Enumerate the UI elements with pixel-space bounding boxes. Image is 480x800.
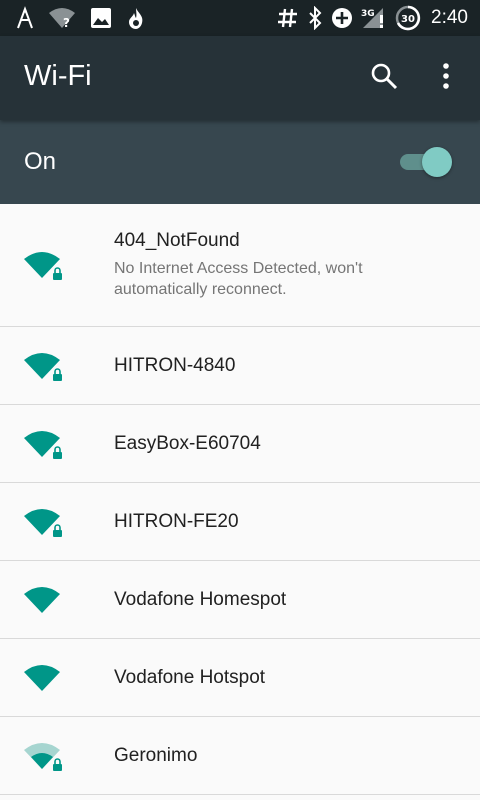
wifi-signal-locked-icon [22,348,66,384]
svg-text:3G: 3G [361,9,375,19]
network-list: 404_NotFound No Internet Access Detected… [0,204,480,795]
wifi-signal-locked-icon [22,426,66,462]
hash-icon [277,7,299,29]
fire-icon [126,6,146,30]
network-item-vodafone-hotspot[interactable]: Vodafone Hotspot [0,639,480,717]
wifi-signal-open-icon [22,582,66,618]
app-bar: Wi-Fi [0,36,480,120]
network-item-vodafone-homespot[interactable]: Vodafone Homespot [0,561,480,639]
more-options-button[interactable] [424,56,468,100]
signal-3g-icon: 3G [361,6,387,30]
network-status: No Internet Access Detected, won't autom… [114,260,363,298]
wifi-toggle-label: On [24,148,57,175]
network-name: 404_NotFound [114,230,240,251]
wifi-signal-locked-icon [22,504,66,540]
network-item-hitron-fe20[interactable]: HITRON-FE20 [0,483,480,561]
wifi-signal-weak-locked-icon [22,738,66,774]
status-bar: ? 3G 30 2:40 [0,0,480,36]
more-vert-icon [442,62,450,94]
wifi-switch[interactable] [400,146,452,178]
image-icon [90,7,112,29]
battery-icon: 30 [395,5,421,31]
wifi-signal-open-icon [22,660,66,696]
network-item-404-notfound[interactable]: 404_NotFound No Internet Access Detected… [0,204,480,327]
network-name: HITRON-FE20 [114,510,239,532]
network-item-easybox[interactable]: EasyBox-E60704 [0,405,480,483]
network-name: Geronimo [114,744,198,766]
network-item-geronimo[interactable]: Geronimo [0,717,480,795]
network-name: Vodafone Homespot [114,588,287,610]
bluetooth-icon [307,6,323,30]
clock: 2:40 [431,7,468,28]
svg-text:?: ? [63,16,70,29]
svg-text:30: 30 [401,14,415,25]
notification-a-icon [16,6,34,30]
network-item-hitron-4840[interactable]: HITRON-4840 [0,327,480,405]
page-title: Wi-Fi [24,60,92,92]
wifi-signal-locked-icon [22,247,66,283]
wifi-unknown-icon: ? [48,7,76,29]
search-button[interactable] [362,56,406,100]
network-name: EasyBox-E60704 [114,432,261,454]
network-name: Vodafone Hotspot [114,666,266,688]
network-name: HITRON-4840 [114,354,236,376]
data-saver-icon [331,7,353,29]
search-icon [370,62,398,95]
switch-thumb [422,147,452,177]
